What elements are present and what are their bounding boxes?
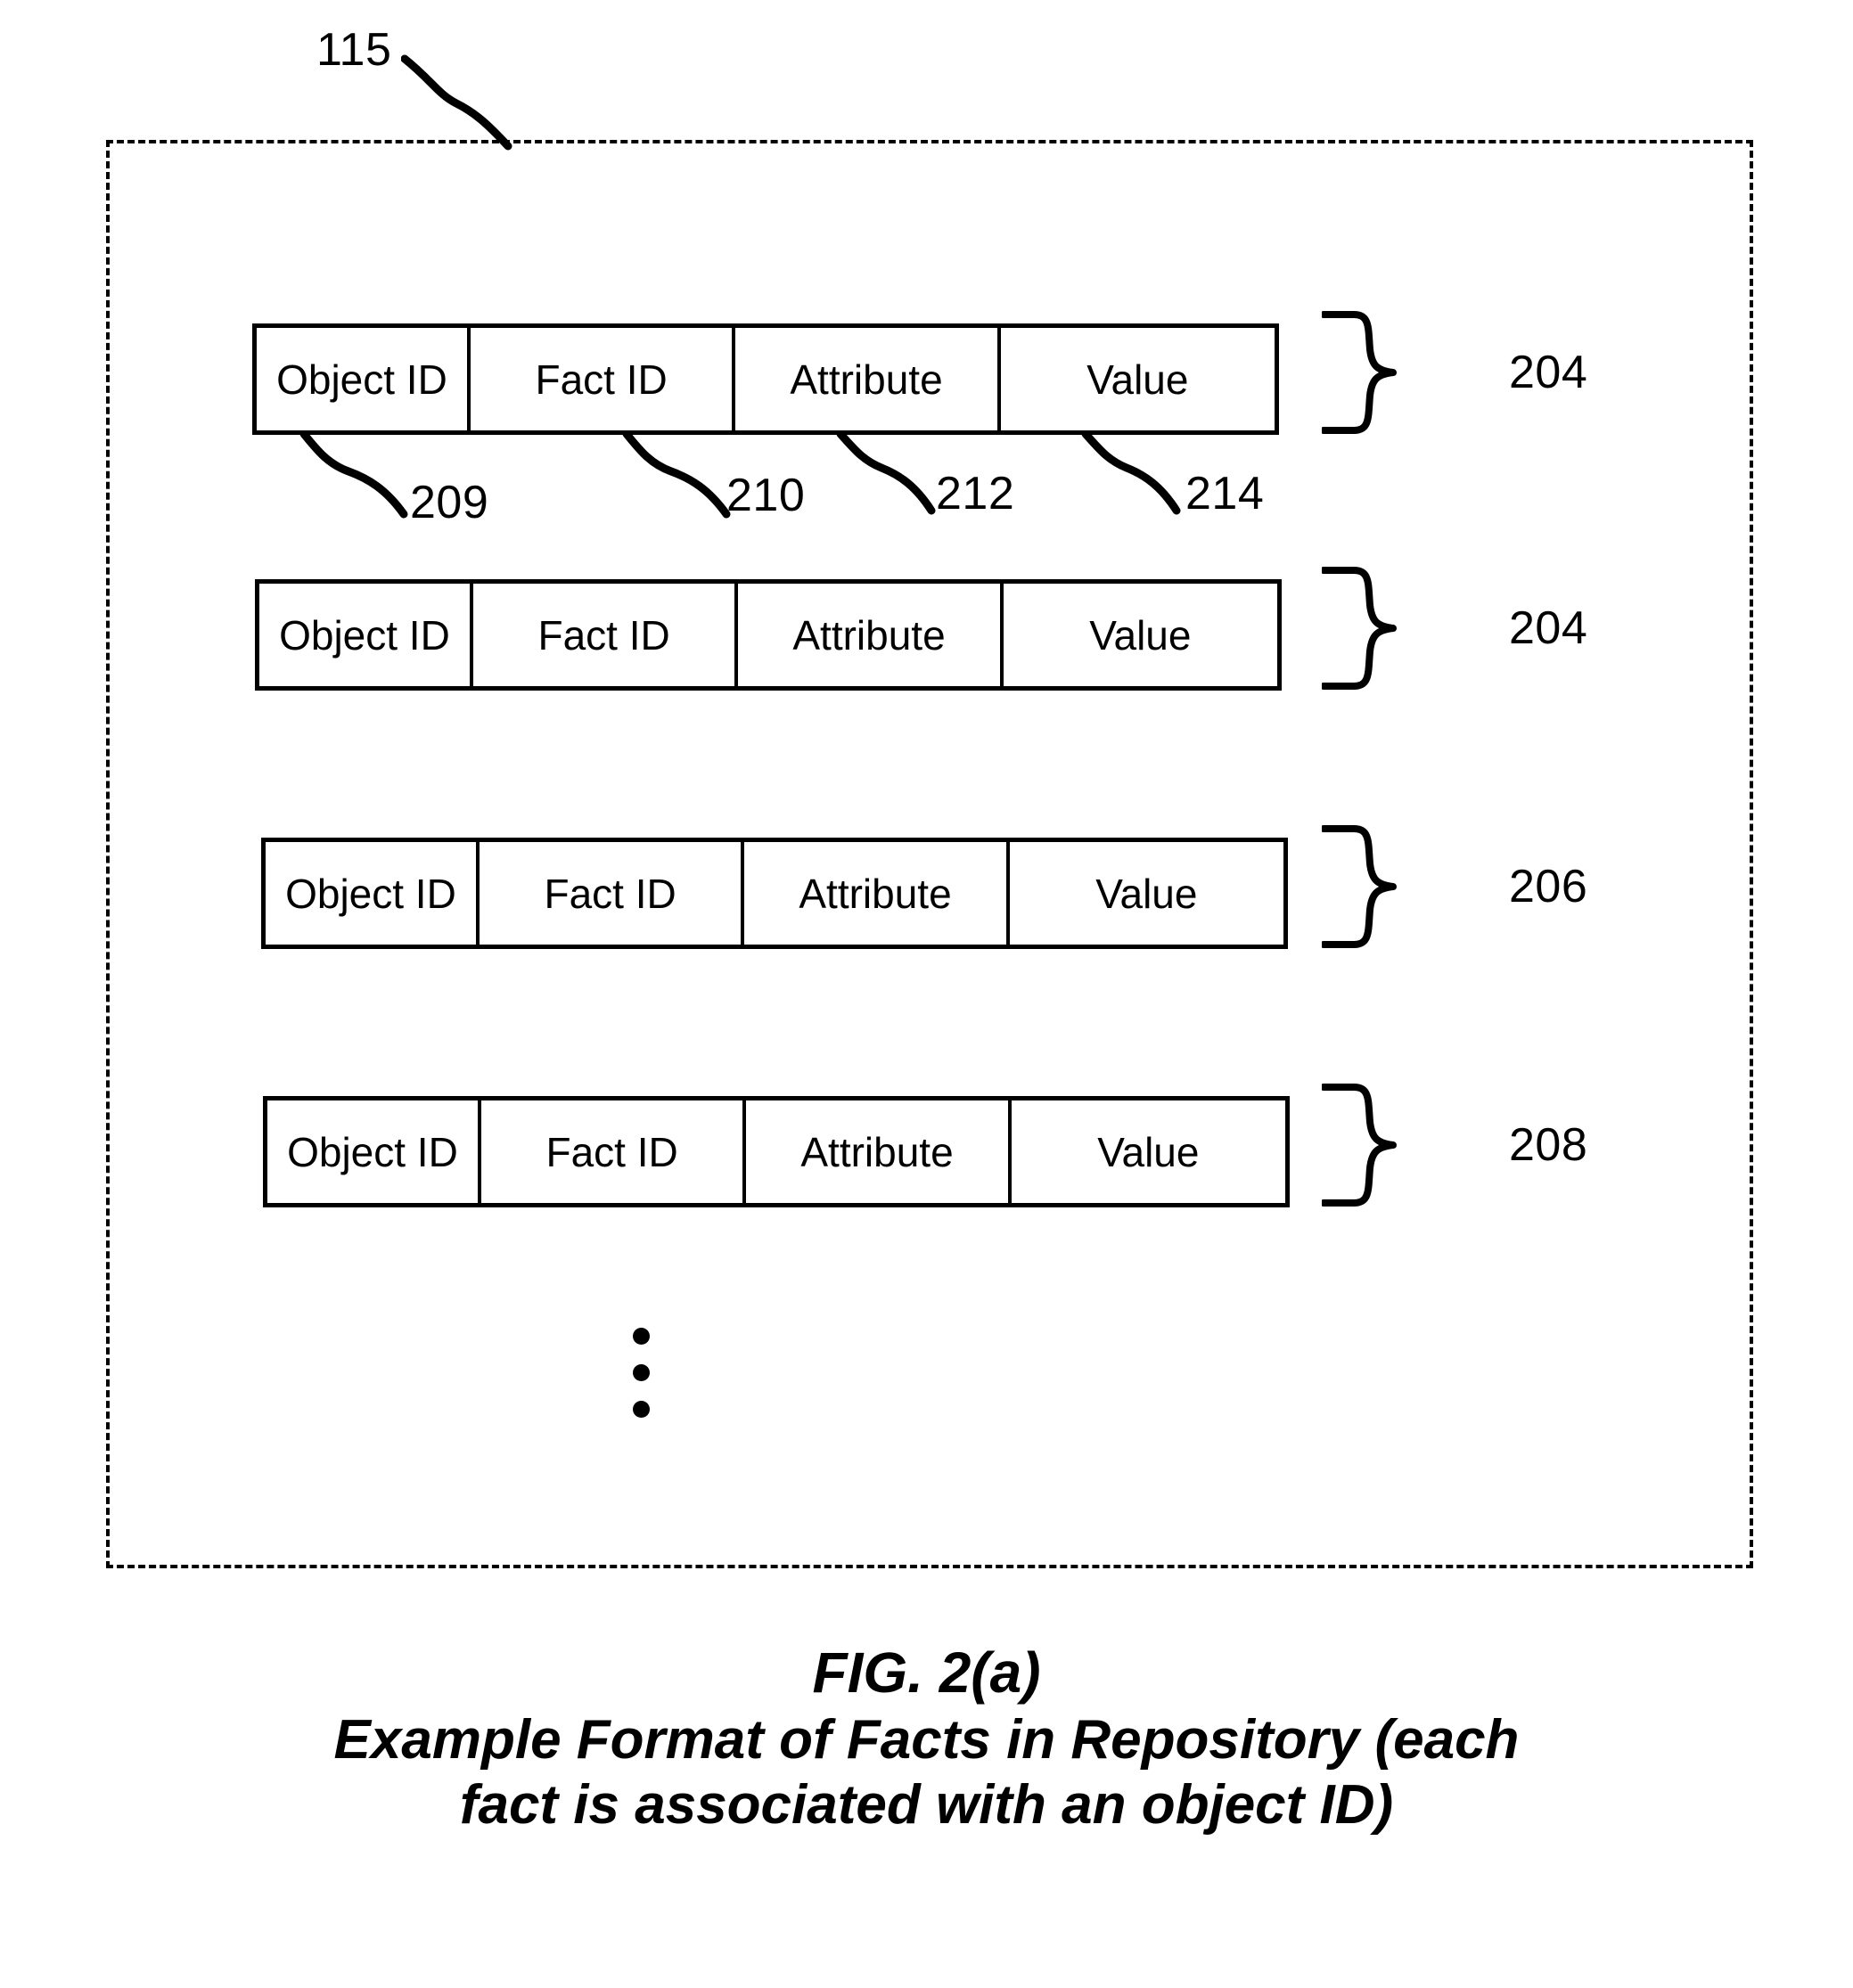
cell-object-id: Object ID xyxy=(259,584,473,686)
callout-label-210: 210 xyxy=(726,470,806,521)
table-row[interactable]: Object ID Fact ID Attribute Value xyxy=(261,838,1288,949)
cell-attribute: Attribute xyxy=(735,328,1001,430)
cell-fact-id: Fact ID xyxy=(481,1100,747,1203)
cell-fact-id: Fact ID xyxy=(480,842,745,945)
cell-attribute: Attribute xyxy=(744,842,1010,945)
cell-object-id: Object ID xyxy=(266,842,480,945)
figure-caption-line-1: Example Format of Facts in Repository (e… xyxy=(333,1708,1520,1771)
group-label-206: 206 xyxy=(1509,861,1588,912)
ellipsis-dot xyxy=(633,1401,650,1418)
group-label-204-second: 204 xyxy=(1509,602,1588,654)
ellipsis-dot xyxy=(633,1328,650,1345)
table-row[interactable]: Object ID Fact ID Attribute Value xyxy=(255,579,1282,691)
cell-value: Value xyxy=(1089,611,1192,659)
cell-fact-id: Fact ID xyxy=(471,328,736,430)
table-row[interactable]: Object ID Fact ID Attribute Value xyxy=(252,323,1279,435)
figure-caption-line-2: fact is associated with an object ID) xyxy=(459,1773,1394,1836)
cell-value: Value xyxy=(1097,1128,1200,1175)
group-label-208: 208 xyxy=(1509,1119,1588,1171)
reference-115-leader-line xyxy=(401,54,512,151)
cell-object-id: Object ID xyxy=(257,328,471,430)
callout-label-212: 212 xyxy=(936,468,1015,519)
cell-object-id: Object ID xyxy=(267,1100,481,1203)
cell-value: Value xyxy=(1086,356,1189,403)
cell-attribute: Attribute xyxy=(738,584,1004,686)
group-label-204-first: 204 xyxy=(1509,347,1588,398)
figure-caption: FIG. 2(a) Example Format of Facts in Rep… xyxy=(0,1640,1853,1837)
ellipsis-dot xyxy=(633,1364,650,1381)
vertical-ellipsis-icon xyxy=(633,1328,650,1418)
cell-fact-id: Fact ID xyxy=(473,584,739,686)
callout-label-209: 209 xyxy=(410,477,489,528)
callout-label-214: 214 xyxy=(1185,468,1265,519)
figure-caption-title: FIG. 2(a) xyxy=(812,1640,1041,1705)
cell-value: Value xyxy=(1095,870,1198,917)
cell-attribute: Attribute xyxy=(746,1100,1012,1203)
reference-numeral-115: 115 xyxy=(316,24,392,76)
table-row[interactable]: Object ID Fact ID Attribute Value xyxy=(263,1096,1290,1207)
